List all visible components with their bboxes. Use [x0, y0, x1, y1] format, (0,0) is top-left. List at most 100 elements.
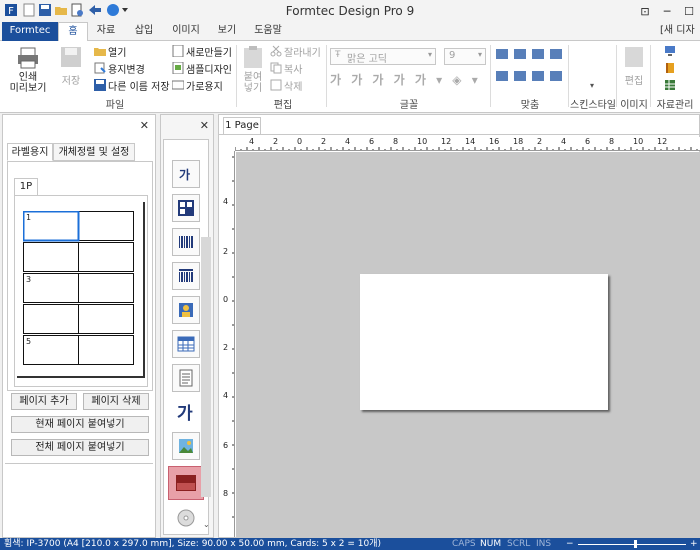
close-icon[interactable]: ✕: [200, 119, 209, 132]
book-icon[interactable]: [664, 62, 676, 74]
landscape-button[interactable]: 가로용지: [186, 78, 223, 93]
tab-help[interactable]: 도움말: [248, 22, 288, 41]
zoom-in-icon[interactable]: +: [690, 538, 698, 550]
scrl-indicator: SCRL: [507, 539, 531, 549]
maximize-button[interactable]: ☐: [678, 0, 700, 22]
paste-all-pages-button[interactable]: 전체 페이지 붙여넣기: [11, 439, 149, 456]
page-preview-frame: 1P 1 3 5: [7, 161, 153, 391]
serial-barcode-tool-button[interactable]: [172, 262, 200, 290]
barcode-tool-button[interactable]: [172, 228, 200, 256]
data-manage-label[interactable]: 자료관리: [650, 96, 700, 111]
design-canvas[interactable]: [236, 152, 700, 537]
change-paper-button[interactable]: 용지변경: [108, 61, 145, 76]
tab-insert[interactable]: 삽입: [126, 22, 162, 41]
horizontal-ruler: 4 2 0 2 4 6 8 10 12 14 16 18 2 4 6 8 10 …: [235, 137, 700, 151]
font-name-select[interactable]: Ŧ 맑은 고딕 ▾: [330, 48, 436, 65]
copy-button[interactable]: 복사: [284, 61, 302, 76]
font-style-buttons[interactable]: 가 가 가 가 가 ▾ ◈ ▾: [330, 71, 490, 87]
status-bar: 휨색: IP-3700 (A4 [210.0 x 297.0 mm], Size…: [0, 538, 700, 550]
monitor-icon[interactable]: [664, 45, 676, 57]
label-card[interactable]: [360, 274, 608, 410]
print-preview-button[interactable]: 인쇄 미리보기: [6, 44, 50, 96]
paste-button[interactable]: 붙여 넣기: [240, 44, 266, 96]
label-grid: [23, 211, 134, 365]
delete-button[interactable]: 삭제: [284, 78, 302, 93]
cut-button[interactable]: 잘라내기: [284, 44, 321, 59]
tab-object-sort[interactable]: 개체정렬 및 설정: [53, 143, 135, 161]
delete-icon: [270, 79, 282, 91]
tab-1-page[interactable]: 1 Page: [223, 117, 261, 134]
chevron-down-icon: ▾: [477, 50, 482, 59]
qrcode-tool-button[interactable]: [172, 194, 200, 222]
paste-current-page-button[interactable]: 현재 페이지 붙여넣기: [11, 416, 149, 433]
page-preview[interactable]: 1 3 5: [14, 195, 148, 387]
ruler-label: 2: [223, 247, 229, 256]
delete-page-button[interactable]: 페이지 삭제: [83, 393, 149, 410]
ruler-label: 4: [345, 137, 351, 146]
ruler-label: 10: [633, 137, 644, 146]
skin-style-chevron-icon[interactable]: ▾: [590, 81, 596, 90]
edit-group-label: 편집: [273, 100, 293, 111]
table-icon: [177, 336, 195, 352]
page-tab-1p[interactable]: 1P: [14, 178, 38, 196]
ruler-label: 14: [465, 137, 476, 146]
save-button[interactable]: 저장: [56, 44, 86, 96]
sample-design-button[interactable]: 샘플디자인: [186, 61, 232, 76]
label-paper-panel: ✕ 라벨용지 개체정렬 및 설정 1P 1 3 5 페이지 추가 페이지 삭제 …: [2, 114, 156, 538]
ruler-label: 4: [223, 391, 229, 400]
hangul-text-icon: 가: [177, 404, 193, 423]
add-page-button[interactable]: 페이지 추가: [11, 393, 77, 410]
tab-data[interactable]: 자료: [90, 22, 122, 41]
open-folder-icon: [94, 48, 106, 56]
ruler-label: 8: [223, 489, 229, 498]
skin-style-label[interactable]: 스킨스타일: [570, 96, 616, 111]
font-tool-button[interactable]: 가: [172, 398, 200, 426]
open-button[interactable]: 열기: [108, 44, 126, 59]
tab-label-paper[interactable]: 라벨용지: [7, 143, 53, 161]
scissors-icon: [270, 45, 282, 57]
caps-indicator: CAPS: [452, 539, 476, 549]
background-image-tool-button[interactable]: [168, 466, 204, 500]
paste-label: 붙여 넣기: [243, 72, 263, 94]
text-tool-button[interactable]: 가: [172, 160, 200, 188]
close-icon[interactable]: ✕: [140, 119, 149, 132]
photo-tool-button[interactable]: [172, 296, 200, 324]
image-edit-button[interactable]: 편집: [620, 44, 648, 96]
ruler-label: 8: [609, 137, 615, 146]
cell-number: 5: [26, 337, 32, 346]
minimize-button[interactable]: ─: [656, 0, 678, 22]
clipboard-icon: [244, 46, 262, 68]
tab-image[interactable]: 이미지: [166, 22, 206, 41]
font-type-icon: Ŧ: [335, 50, 341, 60]
save-as-button[interactable]: 다른 이름 저장: [108, 78, 170, 93]
toolbox-scrollbar[interactable]: [201, 237, 211, 497]
align-buttons-grid[interactable]: [494, 47, 566, 89]
font-size-value: 9: [449, 50, 456, 61]
table-tool-button[interactable]: [172, 330, 200, 358]
zoom-out-icon[interactable]: −: [566, 538, 574, 550]
grid-data-icon[interactable]: [664, 79, 676, 91]
tab-home[interactable]: 홈: [58, 22, 88, 42]
cd-disc-icon: [177, 509, 195, 527]
font-size-select[interactable]: 9 ▾: [444, 48, 486, 65]
cd-tool-button[interactable]: [172, 504, 200, 532]
zoom-slider-thumb[interactable]: [634, 540, 637, 548]
scroll-down-icon[interactable]: ⌄: [203, 520, 210, 529]
group-separator: [490, 45, 491, 107]
ruler-label: 4: [223, 197, 229, 206]
new-create-button[interactable]: 새로만들기: [186, 44, 232, 59]
tab-view[interactable]: 보기: [210, 22, 244, 41]
ruler-label: 2: [273, 137, 279, 146]
image-edit-icon: [625, 47, 643, 67]
tab-formtec[interactable]: Formtec: [2, 22, 58, 41]
memo-tool-button[interactable]: [172, 364, 200, 392]
restore-ribbon-icon[interactable]: ⊡: [634, 0, 656, 22]
chevron-down-icon: ▾: [427, 50, 432, 59]
image-tool-button[interactable]: [172, 432, 200, 460]
ins-indicator: INS: [536, 539, 552, 549]
cell-number: 3: [26, 275, 32, 284]
zoom-slider-track[interactable]: [578, 544, 686, 545]
change-paper-icon: [94, 62, 106, 74]
group-separator: [236, 45, 237, 107]
sample-design-icon: [172, 62, 184, 74]
